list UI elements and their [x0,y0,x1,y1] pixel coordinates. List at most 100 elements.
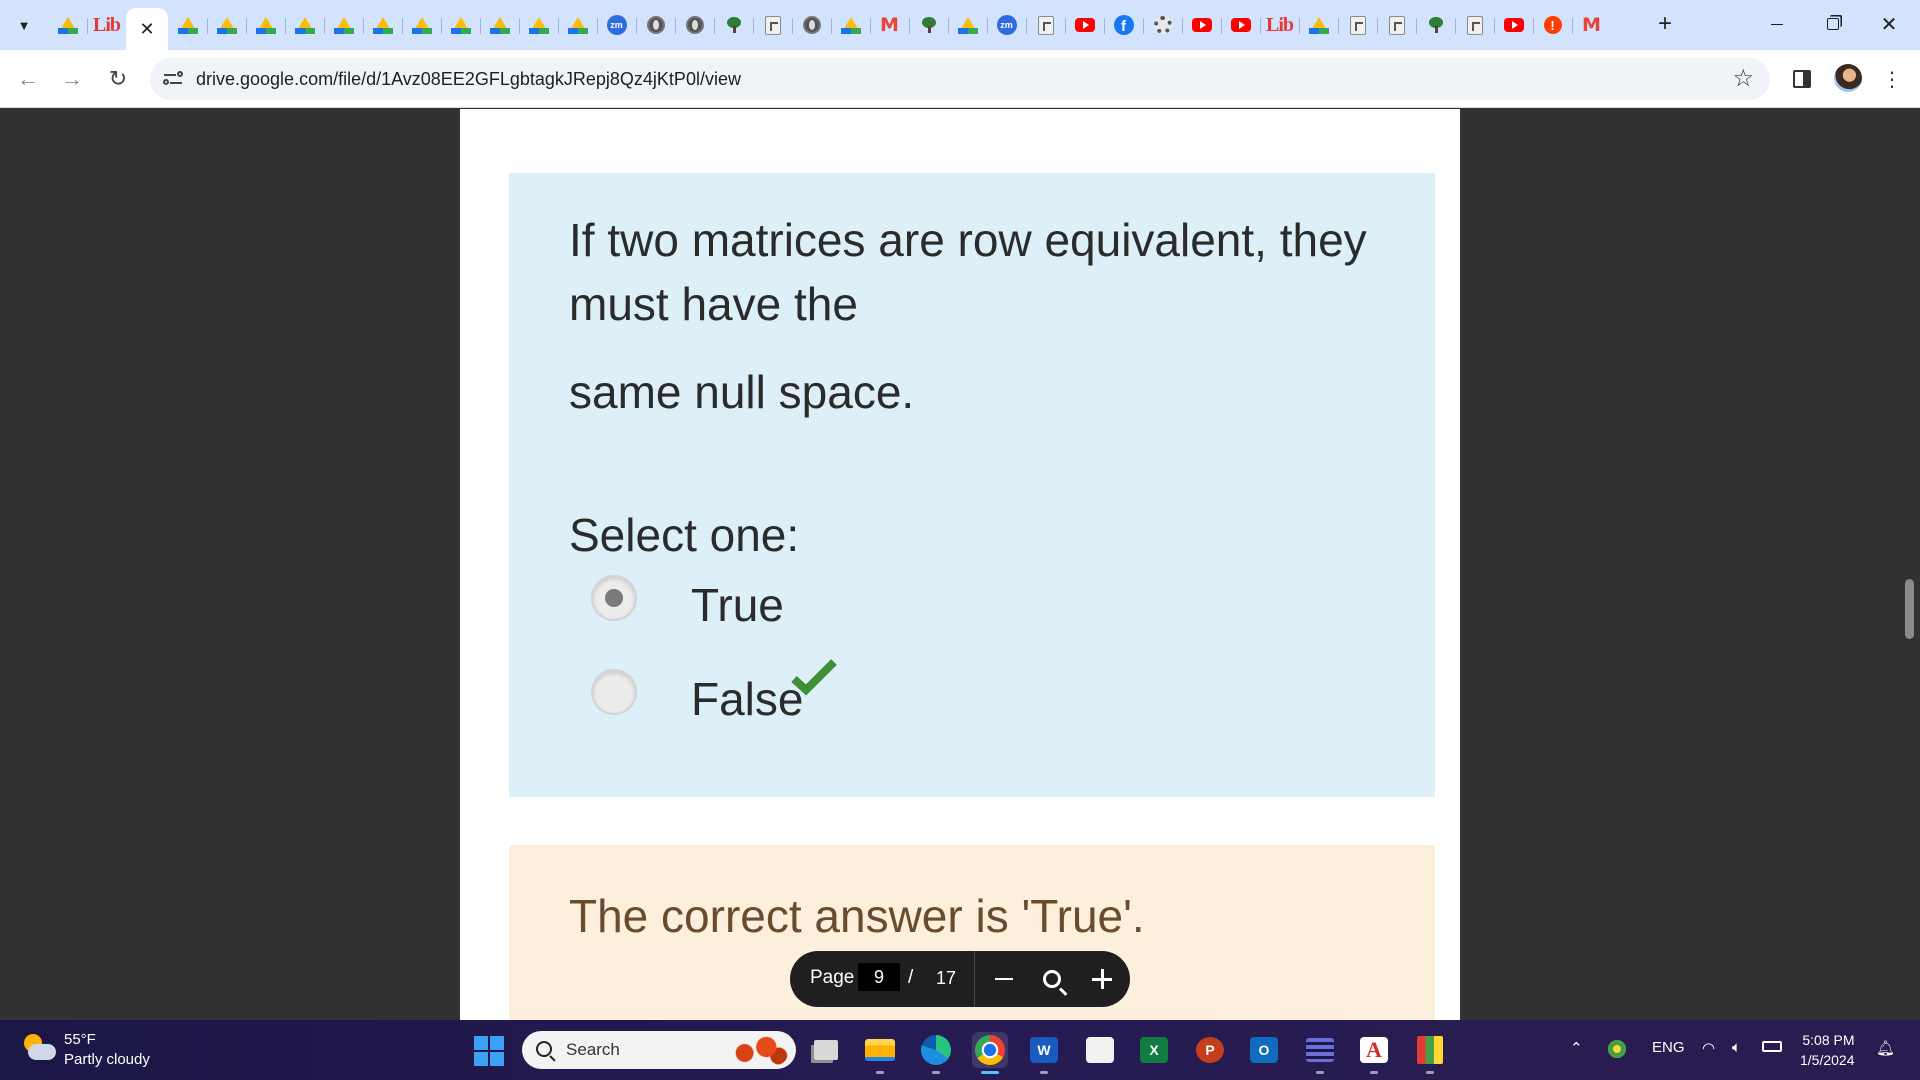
zoom-out-button[interactable] [988,963,1020,995]
browser-tab[interactable] [1377,8,1416,42]
browser-tab[interactable] [792,8,831,42]
edge-button[interactable] [918,1032,954,1074]
browser-tab[interactable] [1221,8,1260,42]
page-number-input[interactable] [858,963,900,991]
browser-tab[interactable] [948,8,987,42]
tab-strip: ▼ Lib ✕ zm Mzm f Lib! M + ✕ [0,0,1920,50]
browser-tab[interactable] [1182,8,1221,42]
browser-tab[interactable]: zm [597,8,636,42]
battery-icon[interactable] [1762,1039,1782,1056]
browser-tab[interactable]: M [1572,8,1611,42]
tree-icon [1427,16,1445,34]
browser-tab[interactable] [558,8,597,42]
store-button[interactable] [1082,1032,1118,1068]
browser-tab[interactable] [1416,8,1455,42]
browser-tab[interactable] [1143,8,1182,42]
excel-button[interactable]: X [1136,1032,1172,1068]
browser-tab[interactable]: ✕ [126,8,168,50]
restore-button[interactable] [1810,8,1856,40]
browser-tab[interactable] [1065,8,1104,42]
browser-tab[interactable] [675,8,714,42]
bookmark-star-icon[interactable]: ☆ [1732,64,1754,93]
close-icon[interactable]: ✕ [139,19,154,40]
task-view-button[interactable] [808,1032,844,1068]
show-hidden-icons-button[interactable]: ⌃ [1570,1039,1583,1057]
browser-tab[interactable]: ! [1533,8,1572,42]
browser-tab[interactable]: Lib [1260,8,1299,42]
browser-tab[interactable] [519,8,558,42]
volume-icon[interactable]: 🔈︎ [1732,1039,1741,1056]
browser-tab[interactable] [831,8,870,42]
taskbar-search[interactable]: Search [522,1031,796,1069]
new-tab-button[interactable]: + [1652,12,1678,38]
radio-true[interactable] [591,575,637,621]
site-info-icon[interactable] [162,68,184,90]
lib-icon: Lib [1265,13,1294,36]
task-view-icon [814,1040,838,1060]
file-explorer-button[interactable] [862,1032,898,1074]
profile-avatar[interactable] [1834,64,1862,92]
browser-tab[interactable] [714,8,753,42]
chrome-button[interactable] [972,1032,1008,1074]
language-indicator[interactable]: ENG [1652,1039,1685,1056]
browser-tab[interactable] [285,8,324,42]
browser-tab[interactable] [909,8,948,42]
forward-button[interactable]: → [56,63,88,95]
colors-app-button[interactable] [1412,1032,1448,1074]
browser-tab[interactable] [1299,8,1338,42]
media-app-button[interactable] [1302,1032,1338,1074]
clock-date: 1/5/2024 [1800,1052,1855,1068]
powerpoint-button[interactable]: P [1192,1032,1228,1068]
document-icon [1388,15,1405,35]
option-label-true: True [691,579,784,631]
wifi-icon[interactable]: ◠ [1702,1039,1715,1057]
browser-tab[interactable] [1026,8,1065,42]
start-button[interactable] [474,1036,504,1066]
browser-tab[interactable] [636,8,675,42]
browser-tab[interactable]: M [870,8,909,42]
lib-icon: Lib [92,13,121,36]
clock[interactable]: 5:08 PM 1/5/2024 [1800,1030,1855,1070]
radio-false[interactable] [591,669,637,715]
acrobat-button[interactable]: A [1356,1032,1392,1074]
browser-tab[interactable] [1455,8,1494,42]
scrollbar-thumb[interactable] [1905,579,1914,639]
tray-app-button[interactable] [1608,1040,1626,1058]
browser-tab[interactable] [441,8,480,42]
browser-tab[interactable] [246,8,285,42]
browser-tab[interactable] [324,8,363,42]
page-total: 17 [936,968,957,988]
notification-bell-icon[interactable]: 🔔︎ [1876,1039,1895,1057]
close-window-button[interactable]: ✕ [1866,8,1912,40]
browser-tab[interactable]: Lib [87,8,126,42]
browser-tab[interactable] [480,8,519,42]
browser-tab[interactable] [402,8,441,42]
word-button[interactable]: W [1026,1032,1062,1074]
address-bar[interactable]: drive.google.com/file/d/1Avz08EE2GFLgbta… [150,58,1770,100]
zoom-in-button[interactable] [1086,963,1118,995]
back-button[interactable]: ← [12,63,44,95]
browser-tab[interactable]: zm [987,8,1026,42]
browser-tab[interactable] [363,8,402,42]
browser-tab[interactable] [753,8,792,42]
browser-tab[interactable] [48,8,87,42]
drive-icon [372,16,393,34]
minimize-button[interactable] [1754,8,1800,40]
zoom-button[interactable] [1036,963,1068,995]
browser-menu-button[interactable]: ⋮ [1876,63,1908,95]
zoom-icon: zm [606,15,627,35]
url-text[interactable]: drive.google.com/file/d/1Avz08EE2GFLgbta… [196,69,741,90]
browser-tab[interactable] [1494,8,1533,42]
weather-description: Partly cloudy [64,1051,150,1068]
search-placeholder: Search [566,1040,620,1059]
side-panel-button[interactable] [1786,63,1818,95]
edge-icon [921,1035,951,1065]
tab-search-button[interactable]: ▼ [10,12,38,38]
browser-tab[interactable] [1338,8,1377,42]
drive-icon [489,16,510,34]
reload-button[interactable]: ↻ [102,63,134,95]
browser-tab[interactable]: f [1104,8,1143,42]
browser-tab[interactable] [168,8,207,42]
browser-tab[interactable] [207,8,246,42]
outlook-button[interactable]: O [1246,1032,1282,1068]
